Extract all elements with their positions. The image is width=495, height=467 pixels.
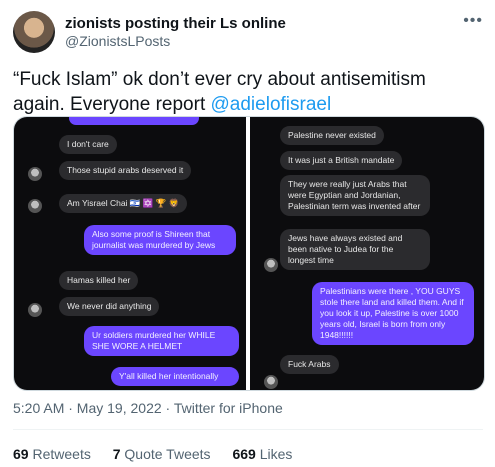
contact-avatar — [264, 258, 278, 272]
chat-message: It was just a British mandate — [280, 151, 403, 170]
engagement-stats: 69 Retweets 7 Quote Tweets 669 Likes — [13, 446, 310, 462]
tweet-header: zionists posting their Ls online @Zionis… — [13, 10, 483, 54]
chat-message: Hamas killed her — [59, 271, 139, 290]
sent-message: Palestinians were there , YOU GUYS stole… — [312, 282, 474, 345]
chat-message: Am Yisrael Chai 🇮🇱 ✡️ 🏆 🦁 — [59, 194, 188, 213]
likes-stat[interactable]: 669 Likes — [232, 446, 292, 462]
contact-avatar — [28, 167, 42, 181]
tweet-text-prefix: again. Everyone report — [13, 94, 211, 115]
tweet-text-line2: again. Everyone report @adielofisrael — [13, 92, 478, 117]
likes-count: 669 — [232, 446, 256, 462]
retweets-count: 69 — [13, 446, 29, 462]
contact-avatar — [28, 199, 42, 213]
quote-tweets-stat[interactable]: 7 Quote Tweets — [113, 446, 211, 462]
chat-message: Those stupid arabs deserved it — [59, 161, 192, 180]
chat-screenshot-left[interactable]: I don't care Those stupid arabs deserved… — [14, 117, 246, 390]
chat-message: Palestine never existed — [280, 126, 384, 145]
chat-message: We never did anything — [59, 297, 160, 316]
divider — [13, 429, 483, 430]
quote-tweets-label: Quote Tweets — [124, 446, 211, 462]
tweet-text-line1: “Fuck Islam” ok don’t ever cry about ant… — [13, 69, 426, 90]
sent-message: Y'all killed her intentionally — [111, 367, 239, 386]
chat-message: They were really just Arabs that were Eg… — [280, 175, 430, 216]
retweets-label: Retweets — [32, 446, 91, 462]
chat-screenshot-right[interactable]: Palestine never existed It was just a Br… — [250, 117, 484, 390]
user-handle[interactable]: @ZionistsLPosts — [65, 33, 170, 49]
tweet-timestamp[interactable]: 5:20 AM · May 19, 2022 · Twitter for iPh… — [13, 400, 283, 416]
quote-tweets-count: 7 — [112, 446, 121, 462]
more-options-icon[interactable]: ••• — [463, 12, 483, 30]
media-attachment[interactable]: I don't care Those stupid arabs deserved… — [13, 116, 485, 391]
cropped-bubble — [69, 117, 199, 125]
contact-avatar — [264, 375, 278, 389]
chat-message: Fuck Arabs — [280, 355, 339, 374]
avatar[interactable] — [13, 11, 55, 53]
chat-message: I don't care — [59, 135, 117, 154]
tweet-text: “Fuck Islam” ok don’t ever cry about ant… — [13, 67, 478, 117]
sent-message: Also some proof is Shireen that journali… — [84, 225, 236, 255]
likes-label: Likes — [259, 446, 293, 462]
contact-avatar — [28, 303, 42, 317]
chat-message: Jews have always existed and been native… — [280, 229, 430, 270]
display-name[interactable]: zionists posting their Ls online — [65, 15, 286, 32]
mention-link[interactable]: @adielofisrael — [211, 94, 332, 115]
sent-message: Ur soldiers murdered her WHILE SHE WORE … — [84, 326, 239, 356]
retweets-stat[interactable]: 69 Retweets — [13, 446, 91, 462]
